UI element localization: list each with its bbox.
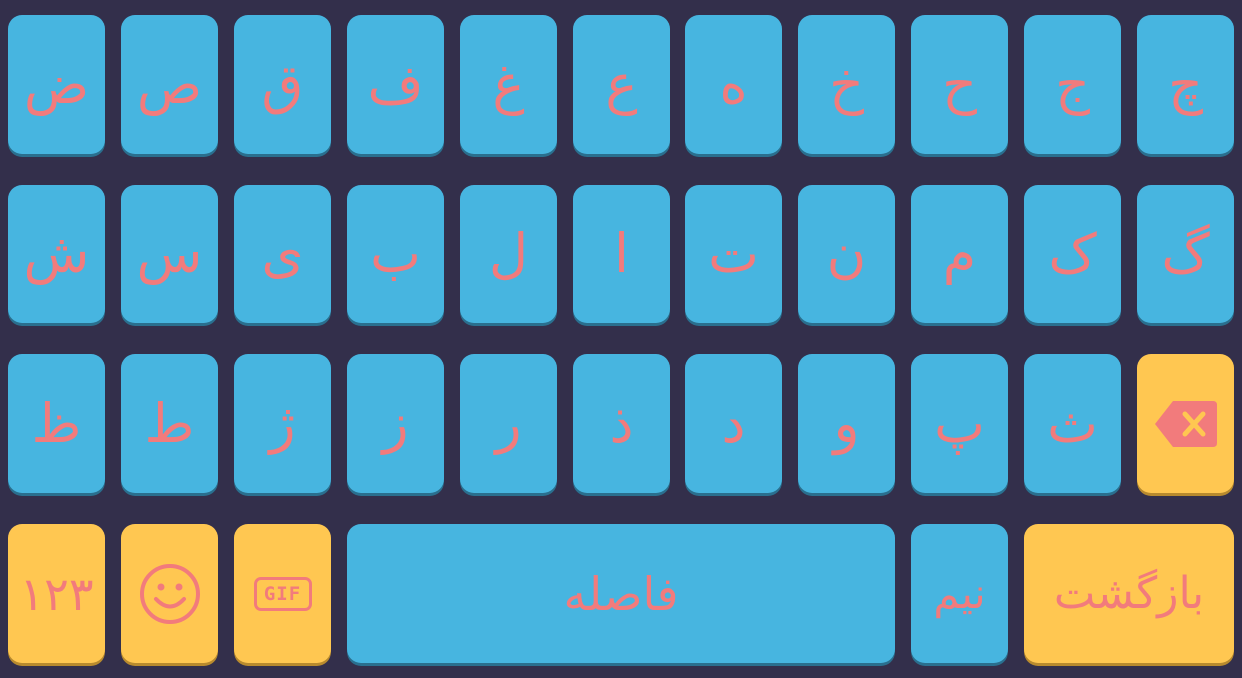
key-hhe[interactable]: ح bbox=[911, 15, 1008, 154]
key-zhe[interactable]: ژ bbox=[234, 354, 331, 493]
key-re[interactable]: ر bbox=[460, 354, 557, 493]
key-label: پ bbox=[934, 391, 985, 455]
key-ghaf[interactable]: ق bbox=[234, 15, 331, 154]
key-za[interactable]: ظ bbox=[8, 354, 105, 493]
gif-label: GIF bbox=[263, 582, 302, 605]
half-space-button[interactable]: نیم bbox=[911, 524, 1008, 663]
key-label: ض bbox=[23, 52, 90, 116]
key-label: ژ bbox=[269, 391, 296, 455]
key-label: چ bbox=[1168, 52, 1203, 116]
key-label: ل bbox=[488, 222, 529, 285]
space-label: فاصله bbox=[563, 566, 679, 621]
key-label: م bbox=[942, 222, 977, 285]
half-space-label: نیم bbox=[933, 569, 986, 618]
key-pe[interactable]: پ bbox=[911, 354, 1008, 493]
key-label: ز bbox=[382, 391, 409, 455]
key-kaf[interactable]: ک bbox=[1024, 185, 1121, 323]
gif-button[interactable]: GIF bbox=[234, 524, 331, 663]
key-label: ش bbox=[23, 222, 90, 285]
key-shin[interactable]: ش bbox=[8, 185, 105, 323]
key-che[interactable]: چ bbox=[1137, 15, 1234, 154]
key-nun[interactable]: ن bbox=[798, 185, 895, 323]
key-label: غ bbox=[492, 52, 525, 116]
key-label: ا bbox=[613, 222, 629, 285]
key-label: ی bbox=[261, 222, 304, 285]
key-ta[interactable]: ط bbox=[121, 354, 218, 493]
return-button[interactable]: بازگشت bbox=[1024, 524, 1234, 663]
key-label: و bbox=[833, 391, 860, 455]
key-ghein[interactable]: غ bbox=[460, 15, 557, 154]
key-khe[interactable]: خ bbox=[798, 15, 895, 154]
key-ein[interactable]: ع bbox=[573, 15, 670, 154]
key-label: س bbox=[136, 222, 203, 285]
key-sad[interactable]: ص bbox=[121, 15, 218, 154]
key-label: خ bbox=[829, 52, 864, 116]
key-te[interactable]: ت bbox=[685, 185, 782, 323]
key-mim[interactable]: م bbox=[911, 185, 1008, 323]
key-label: ه bbox=[719, 52, 748, 116]
key-label: ص bbox=[136, 52, 203, 116]
key-sin[interactable]: س bbox=[121, 185, 218, 323]
key-jim[interactable]: ج bbox=[1024, 15, 1121, 154]
smiley-icon bbox=[139, 563, 201, 625]
key-label: ب bbox=[370, 222, 421, 285]
backspace-button[interactable] bbox=[1137, 354, 1234, 493]
key-label: د bbox=[721, 391, 746, 455]
key-label: ف bbox=[367, 52, 424, 116]
key-vav[interactable]: و bbox=[798, 354, 895, 493]
key-alef[interactable]: ا bbox=[573, 185, 670, 323]
numbers-label: ۱۲۳ bbox=[19, 566, 94, 621]
space-bar[interactable]: فاصله bbox=[347, 524, 895, 663]
key-ze[interactable]: ز bbox=[347, 354, 444, 493]
key-label: ح bbox=[942, 52, 977, 116]
backspace-icon bbox=[1153, 399, 1219, 449]
key-label: ت bbox=[708, 222, 759, 285]
emoji-button[interactable] bbox=[121, 524, 218, 663]
key-label: ر bbox=[495, 391, 522, 455]
key-lam[interactable]: ل bbox=[460, 185, 557, 323]
key-label: ن bbox=[826, 222, 867, 285]
key-se[interactable]: ث bbox=[1024, 354, 1121, 493]
key-label: ق bbox=[261, 52, 304, 116]
key-label: ظ bbox=[31, 391, 82, 455]
key-label: ج bbox=[1055, 52, 1090, 116]
key-label: ط bbox=[144, 391, 195, 455]
key-label: ث bbox=[1047, 391, 1098, 455]
key-label: گ bbox=[1161, 222, 1210, 285]
key-zal[interactable]: ذ bbox=[573, 354, 670, 493]
key-gaf[interactable]: گ bbox=[1137, 185, 1234, 323]
key-he[interactable]: ه bbox=[685, 15, 782, 154]
key-ye[interactable]: ی bbox=[234, 185, 331, 323]
key-label: ذ bbox=[609, 391, 634, 455]
key-label: ع bbox=[605, 52, 638, 116]
numbers-button[interactable]: ۱۲۳ bbox=[8, 524, 105, 663]
key-fe[interactable]: ف bbox=[347, 15, 444, 154]
key-label: ک bbox=[1048, 222, 1097, 285]
key-zad[interactable]: ض bbox=[8, 15, 105, 154]
return-label: بازگشت bbox=[1053, 568, 1205, 619]
key-dal[interactable]: د bbox=[685, 354, 782, 493]
gif-icon: GIF bbox=[253, 576, 312, 611]
key-be[interactable]: ب bbox=[347, 185, 444, 323]
